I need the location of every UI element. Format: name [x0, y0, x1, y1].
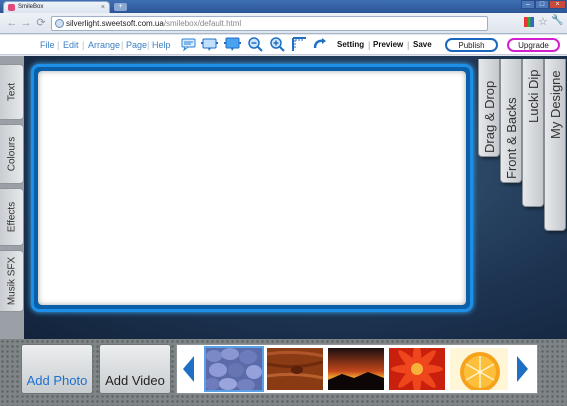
thumbnail-orange-slice[interactable]	[450, 348, 508, 390]
back-icon[interactable]: ←	[6, 17, 18, 29]
tab-effects[interactable]: Effects	[0, 188, 24, 246]
screen-icon[interactable]	[224, 36, 241, 52]
menu-file[interactable]: File	[40, 40, 55, 50]
comment-icon[interactable]	[201, 36, 218, 52]
tab-lucki-dip-label-wrap: Lucki Dip	[526, 70, 541, 123]
tab-colours-label: Colours	[6, 136, 17, 172]
zoom-out-icon[interactable]	[247, 36, 264, 52]
tab-musik-sfx-label: Musik SFX	[6, 256, 17, 306]
browser-window: SmileBox × + – □ × ← → ⟳ silverlight.swe…	[0, 0, 567, 406]
save-button[interactable]: Save	[413, 40, 432, 49]
thumbnail-sunset[interactable]	[328, 348, 384, 390]
new-tab-button[interactable]: +	[114, 3, 127, 11]
menu-separator: |	[57, 40, 60, 50]
speech-bubble-icon[interactable]	[180, 36, 197, 52]
ruler-icon[interactable]	[291, 36, 308, 52]
tab-effects-label: Effects	[6, 201, 17, 233]
thumbnail-wood[interactable]	[267, 348, 323, 390]
tab-drag-and-drop[interactable]: Drag & Drop	[478, 59, 500, 157]
maximize-button[interactable]: □	[535, 0, 549, 9]
design-canvas[interactable]	[38, 71, 466, 305]
globe-icon	[55, 19, 64, 28]
tab-text[interactable]: Text	[0, 64, 24, 120]
star-icon[interactable]: ☆	[538, 15, 548, 28]
zoom-in-icon[interactable]	[269, 36, 286, 52]
tab-front-and-backs[interactable]: Front & Backs	[500, 59, 522, 183]
left-tab-panel: Text Colours Effects Musik SFX	[0, 56, 24, 339]
browser-toolbar: ← → ⟳ silverlight.sweetsoft.com.ua/smile…	[0, 13, 567, 34]
tab-front-and-backs-label: Front & Backs	[504, 97, 519, 179]
url-path: /smilebox/default.html	[163, 19, 242, 28]
wrench-icon[interactable]: 🔧	[551, 15, 563, 26]
tab-strip: SmileBox × + – □ ×	[0, 0, 567, 14]
publish-button[interactable]: Publish	[445, 38, 498, 52]
scroll-right-icon[interactable]	[513, 352, 531, 386]
menu-edit[interactable]: Edit	[63, 40, 79, 50]
menu-separator: |	[82, 40, 85, 50]
tab-colours[interactable]: Colours	[0, 124, 24, 184]
tab-musik-sfx[interactable]: Musik SFX	[0, 250, 24, 312]
menu-separator: |	[121, 40, 124, 50]
app-menu-bar: File | Edit | Arrange | Page | Help Sett…	[0, 35, 567, 55]
minimize-button[interactable]: –	[521, 0, 535, 9]
tab-my-designe[interactable]: My Designe	[544, 59, 566, 231]
url-host: silverlight.sweetsoft.com.ua	[66, 19, 164, 28]
address-bar[interactable]: silverlight.sweetsoft.com.ua/smilebox/de…	[51, 16, 488, 31]
page-icon[interactable]	[524, 17, 534, 27]
tab-drag-and-drop-label-wrap: Drag & Drop	[482, 81, 497, 153]
menu-help[interactable]: Help	[152, 40, 171, 50]
smilebox-favicon-icon	[8, 4, 15, 11]
tab-front-and-backs-label-wrap: Front & Backs	[504, 97, 519, 179]
menu-separator: |	[147, 40, 150, 50]
tab-my-designe-label-wrap: My Designe	[548, 70, 563, 139]
tab-text-label: Text	[6, 82, 17, 102]
tab-close-icon[interactable]: ×	[101, 2, 105, 13]
tab-title: SmileBox	[18, 4, 44, 10]
tab-my-designe-label: My Designe	[548, 70, 563, 139]
close-window-button[interactable]: ×	[549, 0, 566, 9]
menu-page[interactable]: Page	[126, 40, 147, 50]
upgrade-button[interactable]: Upgrade	[507, 38, 560, 52]
preview-button[interactable]: Preview	[373, 40, 403, 49]
menu-separator: |	[407, 40, 410, 50]
scroll-left-icon[interactable]	[180, 352, 198, 386]
tab-drag-and-drop-label: Drag & Drop	[482, 81, 497, 153]
undo-icon[interactable]	[311, 36, 328, 52]
thumbnail-red-flower[interactable]	[389, 348, 445, 390]
forward-icon[interactable]: →	[20, 17, 32, 29]
thumbnail-pebbles[interactable]	[204, 346, 264, 392]
reload-icon[interactable]: ⟳	[35, 17, 47, 29]
setting-button[interactable]: Setting	[337, 40, 364, 49]
menu-separator: |	[368, 40, 371, 50]
add-photo-button[interactable]: Add Photo	[21, 344, 93, 394]
tab-lucki-dip[interactable]: Lucki Dip	[522, 59, 544, 207]
menu-arrange[interactable]: Arrange	[88, 40, 120, 50]
tab-lucki-dip-label: Lucki Dip	[526, 70, 541, 123]
add-video-button[interactable]: Add Video	[99, 344, 171, 394]
